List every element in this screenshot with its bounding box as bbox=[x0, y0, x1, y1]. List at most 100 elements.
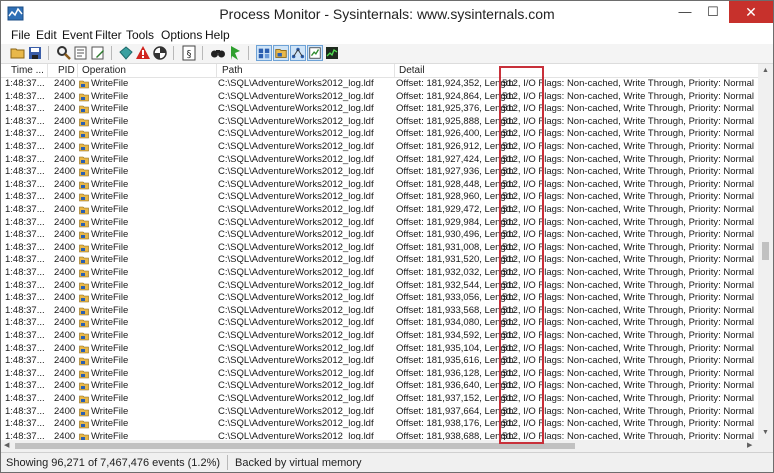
menu-edit[interactable]: Edit bbox=[36, 28, 57, 42]
menu-help[interactable]: Help bbox=[205, 28, 230, 42]
filesystem-icon[interactable] bbox=[273, 45, 289, 61]
scroll-left-icon[interactable]: ◀ bbox=[4, 441, 9, 449]
save-icon[interactable] bbox=[27, 45, 43, 61]
filter-icon[interactable] bbox=[73, 45, 89, 61]
table-row[interactable]: 1:48:37... 2400 WriteFile C:\SQL\AdventureW… bbox=[1, 254, 758, 267]
cell-detail-offset: Offset: 181,932,544, Length: bbox=[396, 279, 517, 291]
menu-filter[interactable]: Filter bbox=[95, 28, 122, 42]
table-row[interactable]: 1:48:37... 2400 WriteFile C:\SQL\AdventureW… bbox=[1, 418, 758, 431]
column-header-operation[interactable]: Operation bbox=[82, 65, 126, 76]
process-activity-icon[interactable] bbox=[307, 45, 323, 61]
table-row[interactable]: 1:48:37... 2400 WriteFile C:\SQL\AdventureW… bbox=[1, 166, 758, 179]
cell-operation: WriteFile bbox=[91, 355, 129, 367]
menu-options[interactable]: Options bbox=[161, 28, 202, 42]
cell-pid: 2400 bbox=[54, 367, 76, 379]
cell-detail-flags: 512, I/O Flags: Non-cached, Write Throug… bbox=[502, 430, 755, 440]
menu-file[interactable]: File bbox=[11, 28, 30, 42]
cell-path: C:\SQL\AdventureWorks2012_log.ldf bbox=[218, 405, 374, 417]
filesystem-operation-icon bbox=[79, 244, 89, 253]
cell-time: 1:48:37... bbox=[5, 141, 45, 152]
column-header-path[interactable]: Path bbox=[222, 65, 243, 76]
filesystem-operation-icon bbox=[79, 282, 89, 290]
profiling-icon[interactable] bbox=[324, 45, 340, 61]
cell-detail-offset: Offset: 181,935,104, Length: bbox=[396, 342, 517, 354]
highlight-icon[interactable] bbox=[90, 45, 106, 61]
open-icon[interactable] bbox=[10, 45, 26, 61]
table-row[interactable]: 1:48:37... 2400 WriteFile C:\SQL\AdventureW… bbox=[1, 406, 758, 419]
column-header-detail[interactable]: Detail bbox=[399, 65, 425, 76]
table-row[interactable]: 1:48:37... 2400 WriteFile C:\SQL\AdventureW… bbox=[1, 204, 758, 217]
cell-pid: 2400 bbox=[54, 191, 76, 203]
column-header-time[interactable]: Time ... bbox=[11, 65, 44, 76]
table-row[interactable]: 1:48:37... 2400 WriteFile C:\SQL\AdventureW… bbox=[1, 380, 758, 393]
table-row[interactable]: 1:48:37... 2400 WriteFile C:\SQL\AdventureW… bbox=[1, 103, 758, 116]
table-row[interactable]: 1:48:37... 2400 WriteFile C:\SQL\AdventureW… bbox=[1, 343, 758, 356]
scroll-up-icon[interactable]: ▲ bbox=[762, 67, 769, 74]
table-row[interactable]: 1:48:37... 2400 WriteFile C:\SQL\AdventureW… bbox=[1, 91, 758, 104]
table-row[interactable]: 1:48:37... 2400 WriteFile C:\SQL\AdventureW… bbox=[1, 179, 758, 192]
properties-icon[interactable]: § bbox=[181, 45, 197, 61]
minimize-button[interactable]: — bbox=[671, 1, 699, 23]
cell-detail-offset: Offset: 181,933,056, Length: bbox=[396, 292, 517, 304]
vertical-scroll-thumb[interactable] bbox=[762, 242, 769, 260]
horizontal-scroll-thumb[interactable] bbox=[15, 443, 575, 449]
column-divider[interactable] bbox=[77, 64, 78, 77]
vertical-scrollbar[interactable]: ▲ ▼ bbox=[758, 64, 773, 440]
column-divider[interactable] bbox=[216, 64, 217, 77]
table-row[interactable]: 1:48:37... 2400 WriteFile C:\SQL\AdventureW… bbox=[1, 431, 758, 440]
close-button[interactable]: ✕ bbox=[729, 1, 773, 23]
horizontal-scrollbar[interactable]: ◀ ▶ bbox=[1, 440, 758, 452]
cell-pid: 2400 bbox=[54, 178, 76, 190]
network-icon[interactable] bbox=[118, 45, 134, 61]
table-row[interactable]: 1:48:37... 2400 WriteFile C:\SQL\AdventureW… bbox=[1, 355, 758, 368]
scroll-right-icon[interactable]: ▶ bbox=[747, 441, 752, 449]
clear-icon[interactable] bbox=[152, 45, 168, 61]
column-divider[interactable] bbox=[394, 64, 395, 77]
table-row[interactable]: 1:48:37... 2400 WriteFile C:\SQL\AdventureW… bbox=[1, 128, 758, 141]
cell-time: 1:48:37... bbox=[5, 254, 45, 266]
toolbar-separator bbox=[48, 46, 49, 60]
cell-operation: WriteFile bbox=[91, 292, 129, 304]
table-row[interactable]: 1:48:37... 2400 WriteFile C:\SQL\AdventureW… bbox=[1, 229, 758, 242]
filesystem-operation-icon bbox=[79, 307, 89, 316]
menu-tools[interactable]: Tools bbox=[126, 28, 154, 42]
table-row[interactable]: 1:48:37... 2400 WriteFile C:\SQL\AdventureW… bbox=[1, 141, 758, 154]
cell-path: C:\SQL\AdventureWorks2012_log.ldf bbox=[218, 330, 374, 341]
cell-path: C:\SQL\AdventureWorks2012_log.ldf bbox=[218, 279, 374, 291]
menu-event[interactable]: Event bbox=[62, 28, 93, 42]
table-row[interactable]: 1:48:37... 2400 WriteFile C:\SQL\AdventureW… bbox=[1, 330, 758, 343]
autoscroll-icon[interactable] bbox=[227, 45, 243, 61]
cell-time: 1:48:37... bbox=[5, 153, 45, 165]
table-row[interactable]: 1:48:37... 2400 WriteFile C:\SQL\AdventureW… bbox=[1, 305, 758, 318]
table-row[interactable]: 1:48:37... 2400 WriteFile C:\SQL\AdventureW… bbox=[1, 393, 758, 406]
memory-status: Backed by virtual memory bbox=[235, 457, 362, 469]
table-row[interactable]: 1:48:37... 2400 WriteFile C:\SQL\AdventureW… bbox=[1, 368, 758, 381]
cell-detail-flags: 512, I/O Flags: Non-cached, Write Throug… bbox=[502, 304, 755, 316]
table-row[interactable]: 1:48:37... 2400 WriteFile C:\SQL\AdventureW… bbox=[1, 292, 758, 305]
table-row[interactable]: 1:48:37... 2400 WriteFile C:\SQL\AdventureW… bbox=[1, 154, 758, 167]
cell-detail-offset: Offset: 181,925,376, Length: bbox=[396, 103, 517, 115]
registry-icon[interactable] bbox=[256, 45, 272, 61]
jump-icon[interactable] bbox=[135, 45, 151, 61]
cell-detail-flags: 512, I/O Flags: Non-cached, Write Throug… bbox=[502, 367, 755, 379]
table-row[interactable]: 1:48:37... 2400 WriteFile C:\SQL\AdventureW… bbox=[1, 116, 758, 129]
table-row[interactable]: 1:48:37... 2400 WriteFile C:\SQL\AdventureW… bbox=[1, 78, 758, 91]
cell-operation: WriteFile bbox=[91, 317, 129, 329]
cell-detail-flags: 512, I/O Flags: Non-cached, Write Throug… bbox=[502, 254, 755, 266]
cell-pid: 2400 bbox=[54, 304, 76, 316]
find-icon[interactable] bbox=[56, 45, 72, 61]
table-row[interactable]: 1:48:37... 2400 WriteFile C:\SQL\AdventureW… bbox=[1, 217, 758, 230]
table-row[interactable]: 1:48:37... 2400 WriteFile C:\SQL\AdventureW… bbox=[1, 191, 758, 204]
filesystem-operation-icon bbox=[79, 105, 89, 114]
column-header-pid[interactable]: PID bbox=[58, 65, 75, 76]
cell-pid: 2400 bbox=[54, 393, 76, 404]
table-row[interactable]: 1:48:37... 2400 WriteFile C:\SQL\AdventureW… bbox=[1, 267, 758, 280]
table-row[interactable]: 1:48:37... 2400 WriteFile C:\SQL\AdventureW… bbox=[1, 242, 758, 255]
table-row[interactable]: 1:48:37... 2400 WriteFile C:\SQL\AdventureW… bbox=[1, 280, 758, 293]
column-divider[interactable] bbox=[47, 64, 48, 77]
network-activity-icon[interactable] bbox=[290, 45, 306, 61]
capture-icon[interactable] bbox=[210, 45, 226, 61]
maximize-button[interactable]: ☐ bbox=[699, 1, 727, 23]
table-row[interactable]: 1:48:37... 2400 WriteFile C:\SQL\AdventureW… bbox=[1, 317, 758, 330]
scroll-down-icon[interactable]: ▼ bbox=[762, 429, 769, 436]
